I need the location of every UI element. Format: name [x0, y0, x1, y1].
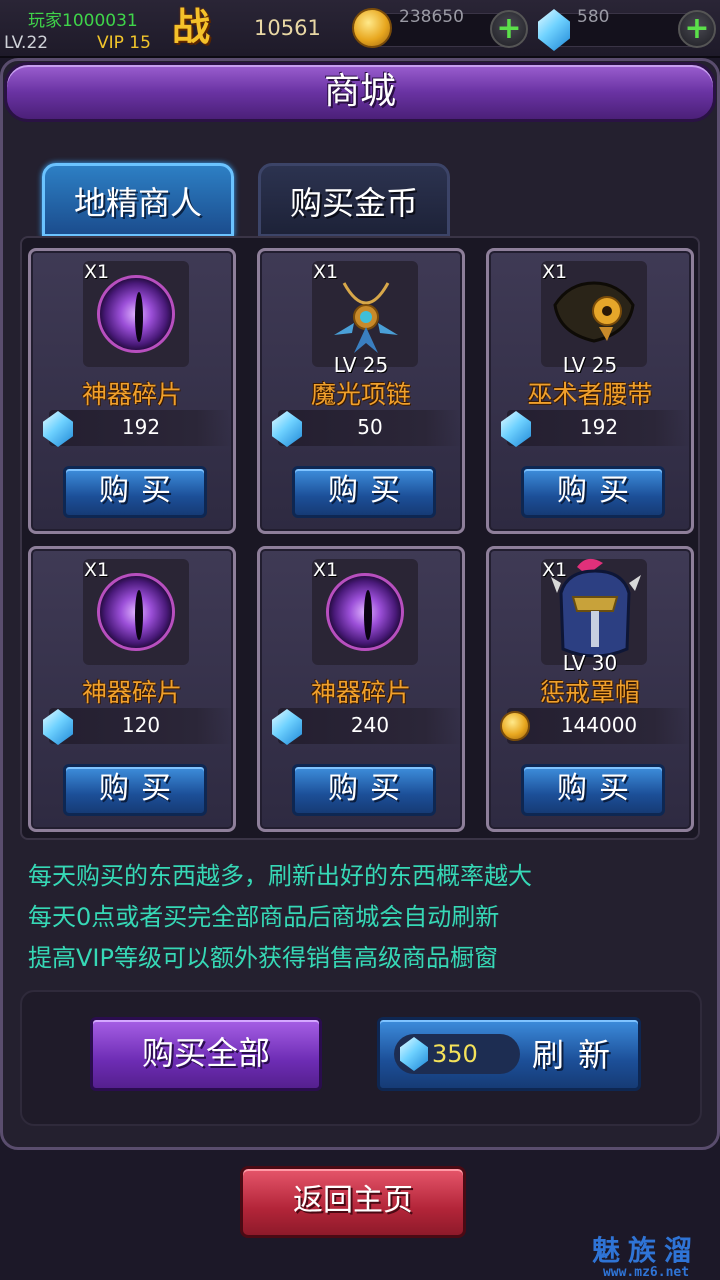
- item-level: LV 25: [562, 353, 618, 377]
- item-quantity: X1: [84, 261, 110, 283]
- gold-coin-icon: [352, 8, 392, 48]
- item-price: 240: [350, 713, 390, 737]
- player-name: 玩家1000031: [28, 11, 138, 31]
- item-quantity: X1: [542, 559, 568, 581]
- item-quantity: X1: [313, 261, 339, 283]
- shop-item-card: X1 LV 25 巫术者腰带 192 购买: [486, 248, 694, 534]
- item-name: 巫术者腰带: [527, 380, 653, 409]
- item-price: 144000: [560, 713, 638, 737]
- purple-eye-orb-icon: [97, 573, 175, 651]
- shop-item-card: X1 LV 25 魔光项链 50 购买: [257, 248, 465, 534]
- info-line: 每天0点或者买完全部商品后商城会自动刷新: [28, 903, 500, 931]
- item-quantity: X1: [313, 559, 339, 581]
- item-price: 50: [357, 415, 383, 439]
- shop-item-grid: X1 神器碎片 192 购买 X1 LV 25 魔光项链 50 购买 X1 LV…: [20, 236, 700, 840]
- watermark-url: www.mz6.net: [602, 1265, 690, 1280]
- buy-button[interactable]: 购买: [63, 764, 207, 816]
- buy-button[interactable]: 购买: [521, 466, 665, 518]
- buy-button[interactable]: 购买: [521, 764, 665, 816]
- shop-item-card: X1 神器碎片 240 购买: [257, 546, 465, 832]
- belt-icon: [553, 281, 635, 343]
- info-line: 提高VIP等级可以额外获得销售高级商品橱窗: [28, 944, 498, 972]
- watermark-text: 魅族溜: [591, 1234, 700, 1267]
- battle-power-icon: 战: [171, 4, 210, 49]
- item-name: 魔光项链: [310, 380, 411, 409]
- item-level: LV 25: [333, 353, 389, 377]
- info-line: 每天购买的东西越多，刷新出好的东西概率越大: [28, 862, 532, 890]
- item-name: 惩戒罩帽: [539, 678, 640, 707]
- vip-level[interactable]: VIP 15: [97, 33, 151, 53]
- buy-button[interactable]: 购买: [292, 764, 436, 816]
- gold-amount: 238650: [399, 7, 464, 27]
- shop-item-card: X1 神器碎片 192 购买: [28, 248, 236, 534]
- shop-title-bar: 商城: [4, 62, 716, 122]
- refresh-label: 刷新: [532, 1036, 625, 1074]
- shop-item-card: X1 神器碎片 120 购买: [28, 546, 236, 832]
- shop-title: 商城: [323, 71, 396, 112]
- item-price: 192: [579, 415, 619, 439]
- shop-item-card: X1 LV 30 惩戒罩帽 144000 购买: [486, 546, 694, 832]
- add-gem-button[interactable]: +: [678, 10, 716, 48]
- add-gold-button[interactable]: +: [490, 10, 528, 48]
- item-name: 神器碎片: [81, 678, 182, 707]
- watermark: 魅族溜 www.mz6.net: [576, 1236, 716, 1280]
- tab-goblin-merchant[interactable]: 地精商人: [42, 163, 234, 237]
- battle-power-value: 10561: [254, 16, 321, 40]
- purple-eye-orb-icon: [326, 573, 404, 651]
- tab-buy-gold[interactable]: 购买金币: [258, 163, 450, 237]
- player-level: LV.22: [4, 33, 49, 53]
- item-name: 神器碎片: [310, 678, 411, 707]
- item-quantity: X1: [542, 261, 568, 283]
- item-level: LV 30: [562, 651, 618, 675]
- return-home-button[interactable]: 返回主页: [240, 1166, 466, 1238]
- item-name: 神器碎片: [81, 380, 182, 409]
- item-quantity: X1: [84, 559, 110, 581]
- necklace-icon: [334, 282, 398, 353]
- buy-all-button[interactable]: 购买全部: [90, 1017, 322, 1091]
- item-price: 192: [121, 415, 161, 439]
- buy-button[interactable]: 购买: [63, 466, 207, 518]
- purple-eye-orb-icon: [97, 275, 175, 353]
- refresh-cost: 350: [432, 1040, 478, 1068]
- gem-amount: 580: [577, 7, 610, 27]
- item-price: 120: [121, 713, 161, 737]
- buy-button[interactable]: 购买: [292, 466, 436, 518]
